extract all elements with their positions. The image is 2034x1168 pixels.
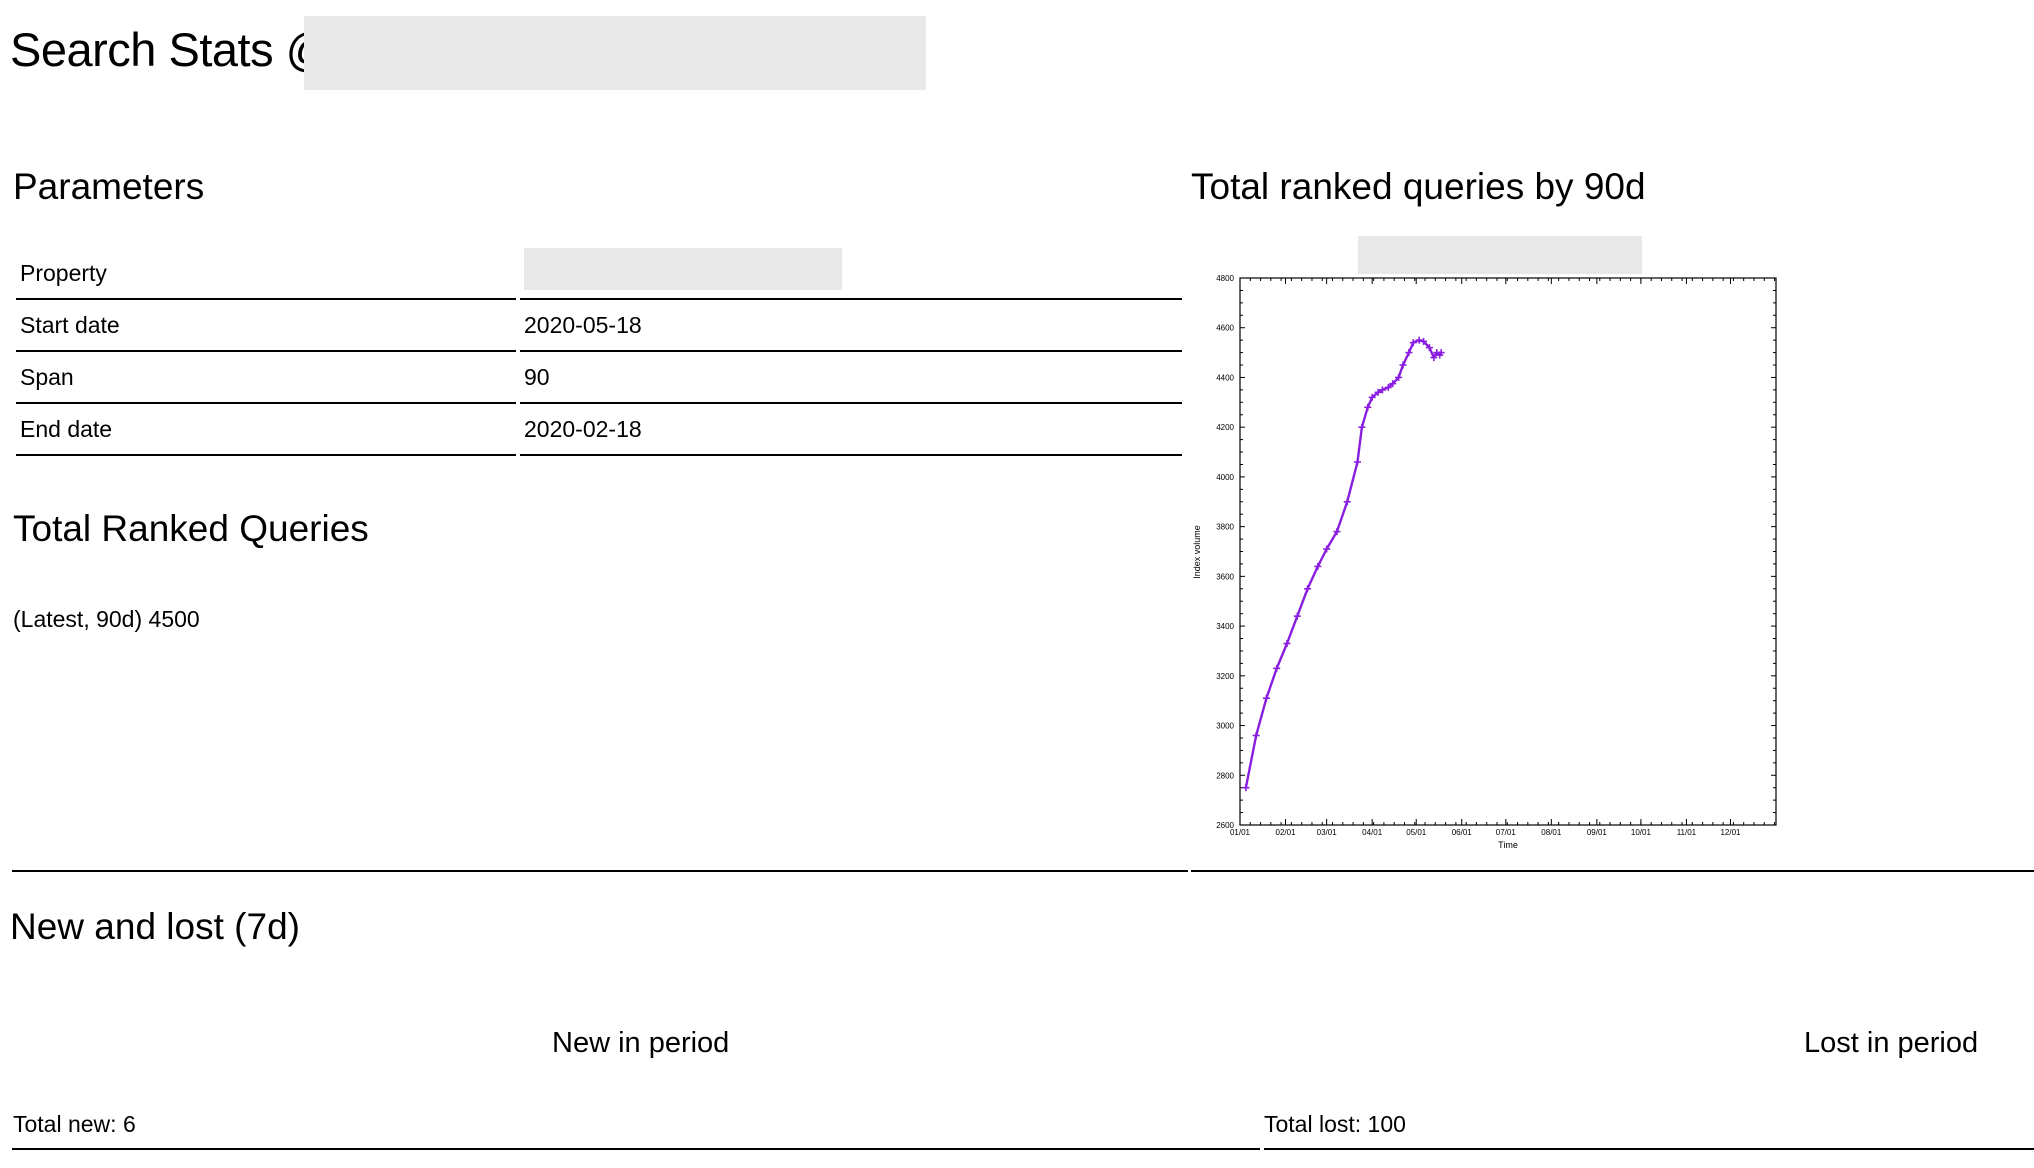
latest-label: (Latest, 90d)	[13, 606, 143, 632]
x-tick-label: 05/01	[1406, 828, 1427, 837]
y-tick-label: 3600	[1216, 572, 1234, 581]
data-point	[1353, 458, 1361, 466]
y-tick-label: 4000	[1216, 473, 1234, 482]
y-tick-label: 4600	[1216, 324, 1234, 333]
redacted-chart-title	[1358, 236, 1642, 274]
param-value-redacted	[520, 248, 1182, 300]
x-tick-label: 01/01	[1230, 828, 1251, 837]
parameters-table: Property Start date 2020-05-18 Span 90 E…	[12, 248, 1186, 456]
total-new: Total new: 6	[13, 1111, 136, 1137]
new-table-rule	[12, 1148, 1260, 1150]
data-point	[1358, 423, 1366, 431]
param-label: End date	[16, 404, 516, 456]
section-divider-right	[1191, 870, 2034, 872]
data-point	[1273, 664, 1281, 672]
table-row: Span 90	[16, 352, 1182, 404]
x-tick-label: 09/01	[1587, 828, 1608, 837]
x-tick-label: 10/01	[1631, 828, 1652, 837]
y-tick-label: 4400	[1216, 373, 1234, 382]
data-point	[1293, 612, 1301, 620]
chart-series	[1242, 336, 1445, 792]
index-volume-chart: 2600280030003200340036003800400042004400…	[1192, 274, 1777, 850]
y-tick-label: 3000	[1216, 722, 1234, 731]
total-ranked-heading: Total Ranked Queries	[13, 508, 369, 549]
param-value: 2020-05-18	[520, 300, 1182, 352]
data-point	[1242, 784, 1250, 792]
new-in-period-heading: New in period	[552, 1027, 730, 1059]
y-tick-label: 4800	[1216, 274, 1234, 283]
page-title: Search Stats @	[10, 23, 333, 76]
section-divider-left	[12, 870, 1188, 872]
x-tick-label: 08/01	[1541, 828, 1562, 837]
y-tick-label: 2800	[1216, 771, 1234, 780]
param-label: Span	[16, 352, 516, 404]
table-row: Start date 2020-05-18	[16, 300, 1182, 352]
y-tick-label: 4200	[1216, 423, 1234, 432]
chart-axes	[1239, 277, 1777, 826]
y-tick-label: 3400	[1216, 622, 1234, 631]
x-tick-label: 07/01	[1496, 828, 1517, 837]
table-row: Property	[16, 248, 1182, 300]
param-label: Start date	[16, 300, 516, 352]
lost-table-rule	[1264, 1148, 2034, 1150]
y-tick-label: 3200	[1216, 672, 1234, 681]
lost-in-period-heading: Lost in period	[1804, 1027, 1979, 1059]
total-ranked-latest: (Latest, 90d) 4500	[13, 606, 200, 633]
y-tick-label: 3800	[1216, 523, 1234, 532]
x-tick-label: 02/01	[1276, 828, 1297, 837]
x-tick-label: 03/01	[1317, 828, 1338, 837]
data-point	[1283, 639, 1291, 647]
param-label: Property	[16, 248, 516, 300]
total-lost: Total lost: 100	[1264, 1111, 1406, 1137]
plot-frame	[1239, 277, 1777, 826]
data-point	[1252, 731, 1260, 739]
param-value: 2020-02-18	[520, 404, 1182, 456]
x-axis-label: Time	[1498, 840, 1518, 850]
latest-value: 4500	[148, 606, 200, 632]
y-axis-label: Index volume	[1192, 525, 1202, 579]
chart-heading: Total ranked queries by 90d	[1191, 166, 1646, 207]
redacted-property-name	[304, 16, 926, 90]
new-lost-heading: New and lost (7d)	[10, 906, 300, 947]
data-point	[1304, 585, 1312, 593]
parameters-heading: Parameters	[13, 166, 205, 207]
x-tick-label: 12/01	[1720, 828, 1741, 837]
param-value: 90	[520, 352, 1182, 404]
x-tick-label: 06/01	[1452, 828, 1473, 837]
data-point	[1343, 498, 1351, 506]
table-row: End date 2020-02-18	[16, 404, 1182, 456]
chart-ticks: 2600280030003200340036003800400042004400…	[1216, 274, 1776, 837]
data-point	[1262, 694, 1270, 702]
series-line	[1244, 338, 1443, 788]
x-tick-label: 04/01	[1362, 828, 1383, 837]
x-tick-label: 11/01	[1677, 828, 1697, 837]
data-point	[1364, 403, 1372, 411]
